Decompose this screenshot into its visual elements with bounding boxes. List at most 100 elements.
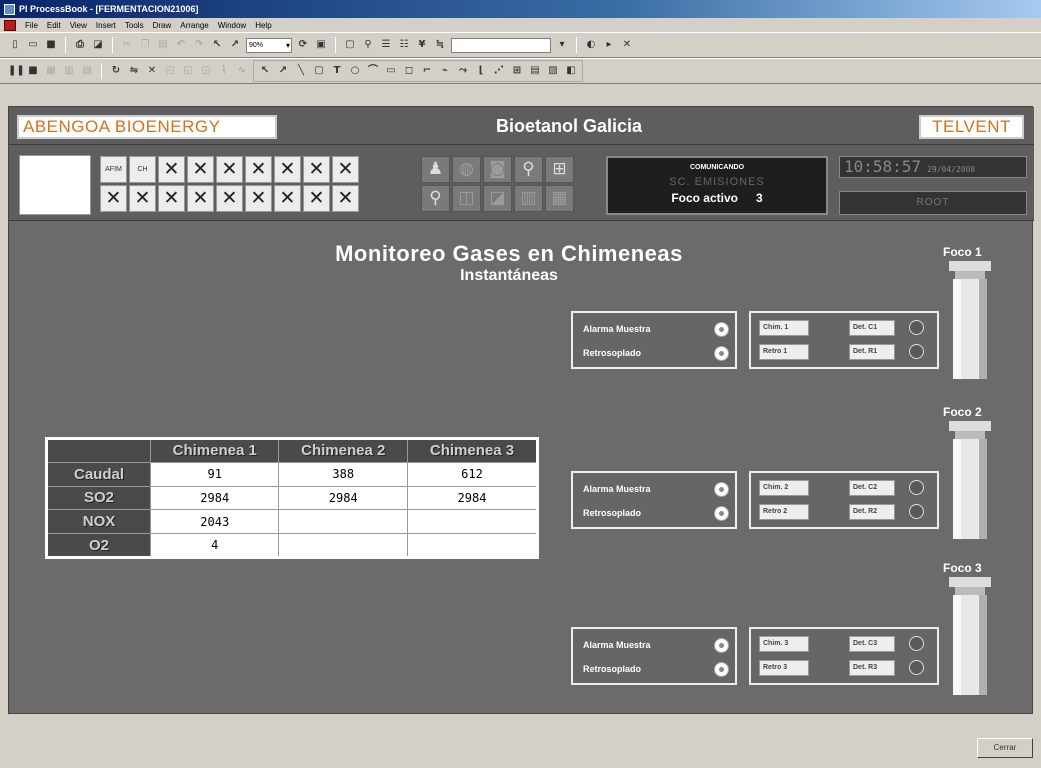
image-tool-icon[interactable]: ▧ xyxy=(546,64,560,78)
alarm-muestra-indicator[interactable] xyxy=(714,638,729,653)
disabled-button[interactable]: ✕ xyxy=(158,185,185,212)
button-tool-icon[interactable]: ▭ xyxy=(384,64,398,78)
ole-tool-icon[interactable]: ◧ xyxy=(564,64,578,78)
excel-icon[interactable]: ✕ xyxy=(620,38,634,52)
bar-tool-icon[interactable]: ⌊ xyxy=(474,64,488,78)
vba-icon[interactable]: ◐ xyxy=(584,38,598,52)
group-icon[interactable]: ▦ xyxy=(44,64,58,78)
retro-1-button[interactable]: Retro 1 xyxy=(759,344,809,360)
det-r3-button[interactable]: Det. R3 xyxy=(849,660,895,676)
disabled-button[interactable]: ✕ xyxy=(274,185,301,212)
undo-icon[interactable]: ↶ xyxy=(174,38,188,52)
disabled-button[interactable]: ✕ xyxy=(158,156,185,183)
copy-icon[interactable]: ❐ xyxy=(138,38,152,52)
menu-tools[interactable]: Tools xyxy=(125,21,144,30)
det-c2-button[interactable]: Det. C2 xyxy=(849,480,895,496)
ungroup-icon[interactable]: ▥ xyxy=(62,64,76,78)
disabled-button[interactable]: ✕ xyxy=(303,185,330,212)
magnifier-icon[interactable]: ⚲ xyxy=(421,185,450,212)
line-tool-icon[interactable]: ╲ xyxy=(294,64,308,78)
properties-icon[interactable]: ☰ xyxy=(379,38,393,52)
pause-icon[interactable]: ❚❚ xyxy=(8,64,25,78)
retro-3-button[interactable]: Retro 3 xyxy=(759,660,809,676)
layout-icon[interactable]: ⊞ xyxy=(545,156,574,183)
chim-1-button[interactable]: Chim. 1 xyxy=(759,320,809,336)
retrosoplado-indicator[interactable] xyxy=(714,506,729,521)
datasource-combo[interactable] xyxy=(451,37,551,53)
disabled-button[interactable]: ✕ xyxy=(274,156,301,183)
disabled-button[interactable]: ✕ xyxy=(216,156,243,183)
chart-icon[interactable]: ¥ xyxy=(415,38,429,52)
delete-icon[interactable]: ✕ xyxy=(145,64,159,78)
menu-draw[interactable]: Draw xyxy=(153,21,172,30)
retrosoplado-indicator[interactable] xyxy=(714,346,729,361)
det-r2-button[interactable]: Det. R2 xyxy=(849,504,895,520)
alarm-bell-icon[interactable]: ♟ xyxy=(421,156,450,183)
trend-tool-icon[interactable]: ⤳ xyxy=(456,64,470,78)
disabled-button[interactable]: ✕ xyxy=(245,185,272,212)
open-icon[interactable]: ▭ xyxy=(26,38,40,52)
arc-tool-icon[interactable]: ⌒ xyxy=(366,64,380,78)
flip-icon[interactable]: ⇋ xyxy=(127,64,141,78)
disabled-button[interactable]: ✕ xyxy=(100,185,127,212)
det-c3-button[interactable]: Det. C3 xyxy=(849,636,895,652)
list-icon[interactable]: ☷ xyxy=(397,38,411,52)
disabled-button[interactable]: ✕ xyxy=(332,156,359,183)
paste-icon[interactable]: ▤ xyxy=(156,38,170,52)
zoom-select[interactable]: 90% xyxy=(246,37,292,53)
value-icon[interactable]: ≒ xyxy=(433,38,447,52)
print-preview-icon[interactable]: ◪ xyxy=(91,38,105,52)
pointer-icon[interactable]: ↖ xyxy=(210,38,224,52)
faded-nav-icon[interactable]: ◙ xyxy=(483,156,512,183)
alarm-muestra-indicator[interactable] xyxy=(714,322,729,337)
curve-icon[interactable]: ∿ xyxy=(235,64,249,78)
menu-window[interactable]: Window xyxy=(218,21,246,30)
ch-button[interactable]: CH xyxy=(129,156,156,183)
symbol-tool-icon[interactable]: ◻ xyxy=(402,64,416,78)
alarm-muestra-indicator[interactable] xyxy=(714,482,729,497)
disabled-button[interactable]: ✕ xyxy=(303,156,330,183)
afim-button[interactable]: AFIM xyxy=(100,156,127,183)
disabled-button[interactable]: ✕ xyxy=(245,156,272,183)
run-mode-icon[interactable]: ↗ xyxy=(228,38,242,52)
faded-nav-icon[interactable]: ◪ xyxy=(483,185,512,212)
det-c1-button[interactable]: Det. C1 xyxy=(849,320,895,336)
edit-tool-icon[interactable]: ↗ xyxy=(276,64,290,78)
display-icon[interactable]: ▣ xyxy=(314,38,328,52)
faded-nav-icon[interactable]: ◫ xyxy=(452,185,481,212)
print-icon[interactable]: ⎙ xyxy=(73,38,87,52)
text-tool-icon[interactable]: T xyxy=(330,64,344,78)
freeform-tool-icon[interactable]: ⌁ xyxy=(438,64,452,78)
faded-nav-icon[interactable]: ▥ xyxy=(514,185,543,212)
menu-help[interactable]: Help xyxy=(255,21,271,30)
det-r1-button[interactable]: Det. R1 xyxy=(849,344,895,360)
disabled-button[interactable]: ✕ xyxy=(216,185,243,212)
faded-nav-icon[interactable]: ◍ xyxy=(452,156,481,183)
xy-plot-tool-icon[interactable]: ⋰ xyxy=(492,64,506,78)
polyline-tool-icon[interactable]: ⌐ xyxy=(420,64,434,78)
save-icon[interactable]: ■ xyxy=(44,38,58,52)
cut-icon[interactable]: ✂ xyxy=(120,38,134,52)
disabled-button[interactable]: ✕ xyxy=(187,156,214,183)
connector-icon[interactable]: ⌇ xyxy=(217,64,231,78)
chim-2-button[interactable]: Chim. 2 xyxy=(759,480,809,496)
menu-view[interactable]: View xyxy=(70,21,87,30)
menu-file[interactable]: File xyxy=(25,21,38,30)
rectangle-tool-icon[interactable]: ▢ xyxy=(312,64,326,78)
arrow-down-icon[interactable]: ▸ xyxy=(602,38,616,52)
send-back-icon[interactable]: ◱ xyxy=(181,64,195,78)
retro-2-button[interactable]: Retro 2 xyxy=(759,504,809,520)
retrosoplado-indicator[interactable] xyxy=(714,662,729,677)
table-tool-icon[interactable]: ▤ xyxy=(528,64,542,78)
menu-edit[interactable]: Edit xyxy=(47,21,61,30)
faded-nav-icon[interactable]: ▦ xyxy=(545,185,574,212)
menu-insert[interactable]: Insert xyxy=(96,21,116,30)
user-search-icon[interactable]: ⚲ xyxy=(514,156,543,183)
disabled-button[interactable]: ✕ xyxy=(332,185,359,212)
rotate-icon[interactable]: ↻ xyxy=(109,64,123,78)
ellipse-tool-icon[interactable]: ○ xyxy=(348,64,362,78)
refresh-icon[interactable]: ⟳ xyxy=(296,38,310,52)
layer-icon[interactable]: ◲ xyxy=(199,64,213,78)
disabled-button[interactable]: ✕ xyxy=(187,185,214,212)
multistate-tool-icon[interactable]: ⊞ xyxy=(510,64,524,78)
